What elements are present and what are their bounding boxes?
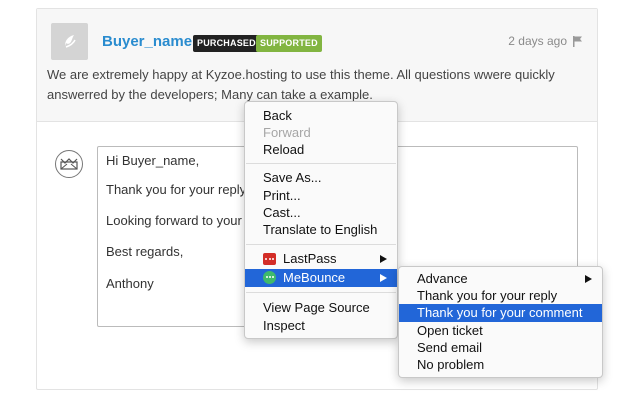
submenu-item-send-email[interactable]: Send email: [399, 339, 602, 357]
submenu-item-advance[interactable]: Advance: [399, 270, 602, 288]
submenu-item-advance-label: Advance: [417, 271, 468, 286]
menu-item-mebounce-label: MeBounce: [283, 270, 346, 285]
submenu-item-open-ticket[interactable]: Open ticket: [399, 322, 602, 340]
lastpass-icon: [263, 253, 276, 265]
submenu-item-thanks-reply[interactable]: Thank you for your reply: [399, 287, 602, 305]
menu-separator: [246, 292, 396, 293]
menu-separator: [246, 163, 396, 164]
menu-item-forward: Forward: [263, 125, 311, 140]
reply-line-signature: Anthony: [106, 276, 154, 291]
reply-avatar: [55, 150, 83, 178]
menu-item-lastpass-label: LastPass: [283, 251, 337, 266]
menu-item-lastpass[interactable]: LastPass: [245, 250, 397, 268]
menu-item-back[interactable]: Back: [245, 107, 397, 125]
mebounce-icon: [263, 271, 276, 284]
review-text: We are extremely happy at Kyzoe.hosting …: [47, 67, 555, 102]
timestamp: 2 days ago: [508, 34, 567, 48]
buyer-name[interactable]: Buyer_name: [102, 33, 192, 50]
menu-item-print[interactable]: Print...: [245, 187, 397, 205]
reply-line-thanks: Thank you for your reply.: [106, 182, 249, 197]
menu-item-view-source[interactable]: View Page Source: [245, 299, 397, 317]
supported-badge: SUPPORTED: [256, 35, 322, 52]
menu-item-save-as[interactable]: Save As...: [245, 169, 397, 187]
submenu-item-no-problem[interactable]: No problem: [399, 356, 602, 374]
mebounce-submenu: Advance Thank you for your reply Thank y…: [398, 266, 603, 378]
submenu-arrow-icon: [380, 255, 387, 263]
reply-line-looking-forward: Looking forward to your: [106, 213, 242, 228]
context-menu: Back Forward Reload Save As... Print... …: [244, 101, 398, 339]
menu-item-mebounce[interactable]: MeBounce: [245, 269, 397, 287]
menu-separator: [246, 244, 396, 245]
purchased-badge: PURCHASED: [193, 35, 260, 52]
menu-item-inspect[interactable]: Inspect: [245, 317, 397, 335]
reply-line-greeting: Hi Buyer_name,: [106, 153, 200, 168]
menu-item-reload[interactable]: Reload: [245, 141, 397, 159]
submenu-item-thanks-comment[interactable]: Thank you for your comment: [399, 304, 602, 322]
flag-icon[interactable]: [572, 36, 583, 47]
avatar-logo-icon: [65, 35, 76, 48]
submenu-arrow-icon: [380, 274, 387, 282]
menu-item-translate[interactable]: Translate to English: [245, 221, 397, 239]
envelope-crown-icon: [60, 158, 78, 170]
submenu-arrow-icon: [585, 275, 592, 283]
menu-item-cast[interactable]: Cast...: [245, 204, 397, 222]
avatar[interactable]: [51, 23, 88, 60]
reply-line-regards: Best regards,: [106, 244, 184, 259]
